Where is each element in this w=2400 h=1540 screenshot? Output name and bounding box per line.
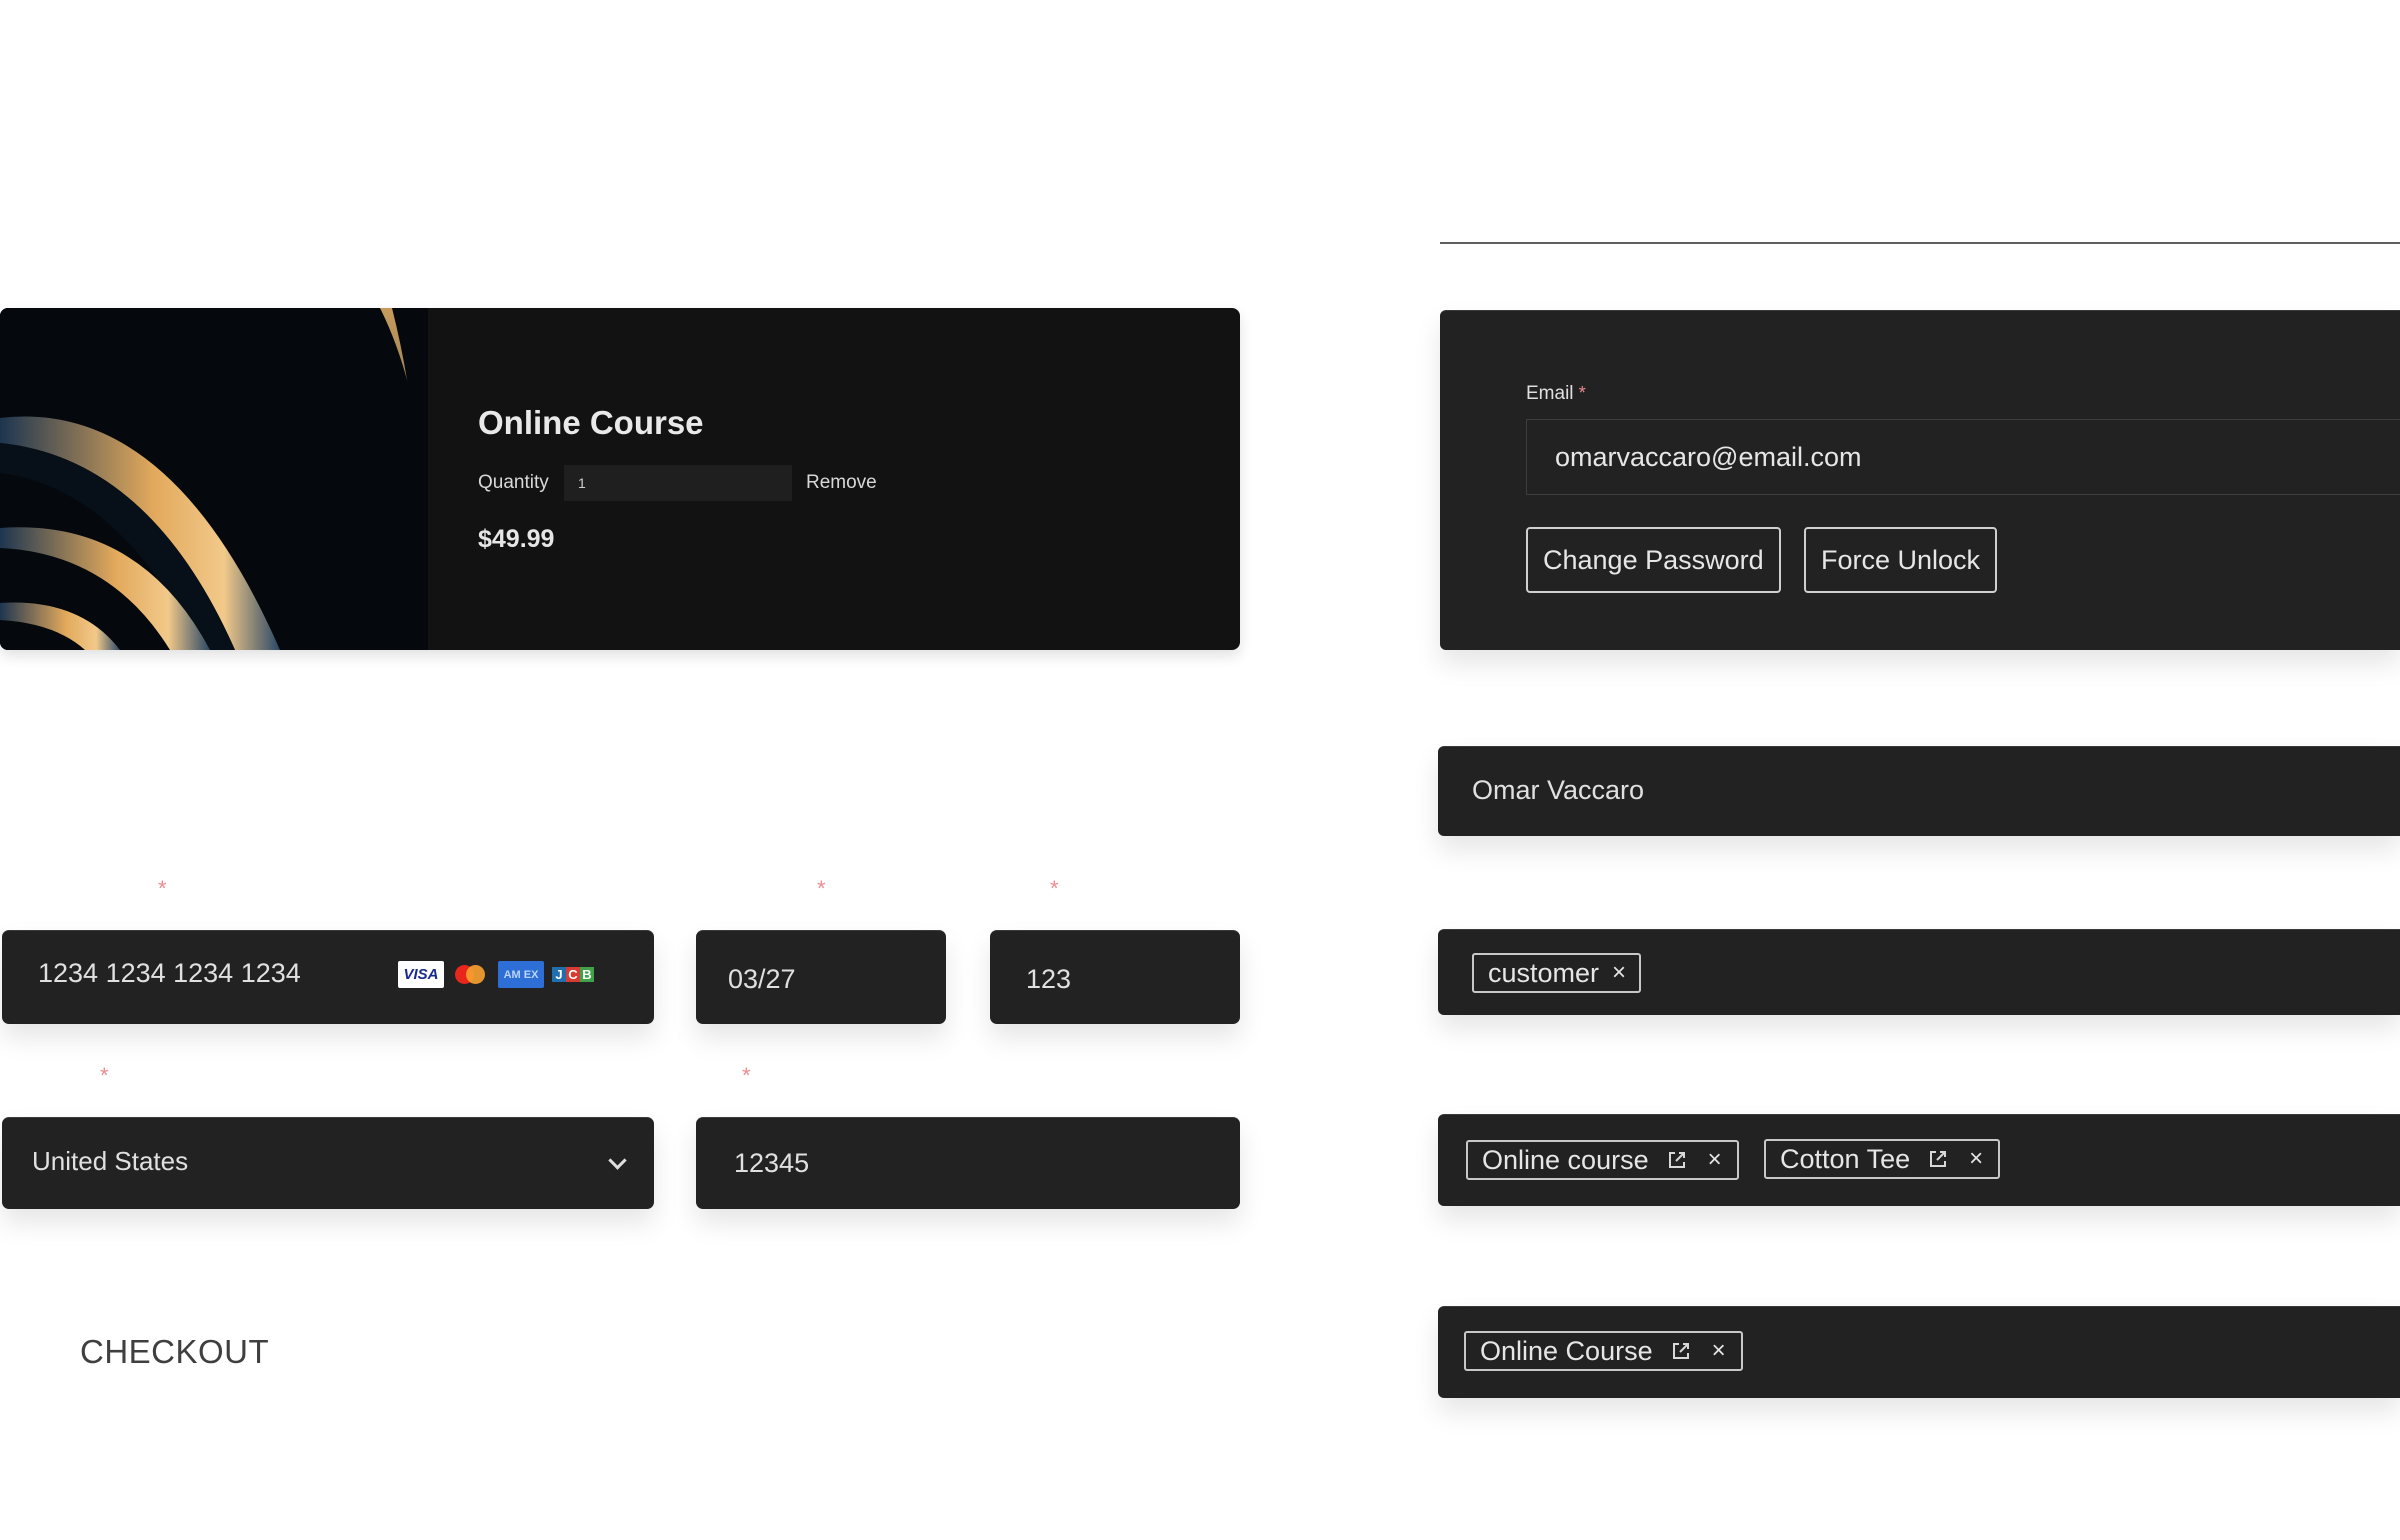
email-label: Email *: [1526, 383, 1586, 405]
jcb-letter: C: [566, 967, 580, 982]
products-field[interactable]: Online course × Cotton Tee ×: [1438, 1114, 2400, 1206]
name-field[interactable]: Omar Vaccaro: [1438, 746, 2400, 836]
product-title: Online Course: [478, 404, 704, 441]
close-icon[interactable]: ×: [1609, 961, 1629, 985]
postal-code-field[interactable]: 12345: [696, 1117, 1240, 1209]
cart-item-card: Online Course Quantity Remove $49.99: [0, 308, 1240, 650]
product-chip: Online course ×: [1466, 1140, 1739, 1180]
expiry-value: 03/27: [728, 964, 796, 994]
amex-icon: AM EX: [498, 961, 544, 988]
cvc-value: 123: [1026, 964, 1072, 994]
orders-field[interactable]: Online Course ×: [1438, 1306, 2400, 1398]
product-chip-label: Online course: [1482, 1144, 1649, 1175]
product-image: [0, 308, 428, 650]
order-chip: Online Course ×: [1464, 1331, 1743, 1371]
jcb-letter: J: [552, 967, 566, 982]
jcb-icon: J C B: [552, 961, 594, 988]
card-brands: VISA AM EX J C B: [398, 961, 594, 988]
close-icon[interactable]: ×: [1966, 1147, 1986, 1171]
close-icon[interactable]: ×: [1709, 1339, 1729, 1363]
divider: [1440, 242, 2400, 244]
checkout-heading: CHECKOUT: [80, 1333, 270, 1370]
order-chip-label: Online Course: [1480, 1335, 1653, 1366]
email-input[interactable]: [1526, 419, 2400, 495]
required-marker: *: [1050, 876, 1059, 901]
close-icon[interactable]: ×: [1705, 1148, 1725, 1172]
quantity-input[interactable]: [564, 465, 792, 501]
account-panel: Email * Change Password Force Unlock: [1440, 310, 2400, 650]
mastercard-icon: [452, 961, 490, 988]
required-marker: *: [742, 1063, 751, 1088]
external-link-icon[interactable]: [1928, 1149, 1948, 1169]
chevron-down-icon: [608, 1151, 627, 1170]
cvc-field[interactable]: 123: [990, 930, 1240, 1024]
email-label-text: Email: [1526, 383, 1574, 404]
country-select[interactable]: United States: [2, 1117, 654, 1209]
card-number-value: 1234 1234 1234 1234: [38, 958, 301, 988]
remove-item-link[interactable]: Remove: [806, 472, 877, 494]
required-marker: *: [1578, 383, 1586, 403]
postal-code-value: 12345: [734, 1148, 810, 1178]
visa-icon: VISA: [398, 961, 444, 988]
required-marker: *: [817, 876, 826, 901]
product-price: $49.99: [478, 525, 555, 553]
expiry-field[interactable]: 03/27: [696, 930, 946, 1024]
required-marker: *: [100, 1063, 109, 1088]
role-chip: customer ×: [1472, 953, 1642, 993]
change-password-button[interactable]: Change Password: [1526, 527, 1781, 593]
required-marker: *: [158, 876, 167, 901]
roles-field[interactable]: customer ×: [1438, 929, 2400, 1015]
name-value: Omar Vaccaro: [1472, 775, 1645, 805]
card-number-field[interactable]: 1234 1234 1234 1234 VISA AM EX J C B: [2, 930, 654, 1024]
role-chip-label: customer: [1488, 957, 1600, 988]
product-chip-label: Cotton Tee: [1780, 1143, 1911, 1174]
quantity-label: Quantity: [478, 472, 549, 493]
jcb-letter: B: [580, 967, 594, 982]
external-link-icon[interactable]: [1667, 1150, 1687, 1170]
product-chip: Cotton Tee ×: [1764, 1139, 2001, 1179]
country-value: United States: [32, 1146, 189, 1176]
force-unlock-button[interactable]: Force Unlock: [1804, 527, 1998, 593]
external-link-icon[interactable]: [1671, 1341, 1691, 1361]
